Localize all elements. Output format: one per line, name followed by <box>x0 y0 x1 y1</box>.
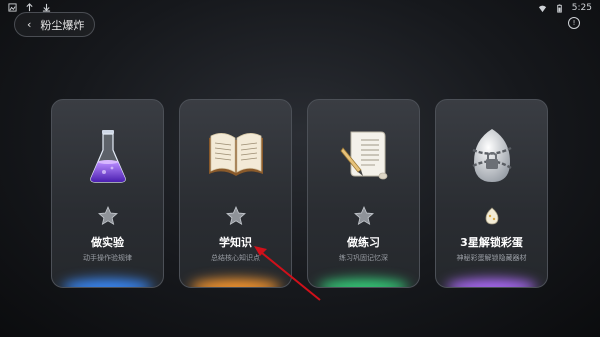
card-title: 学知识 <box>219 236 252 249</box>
card-title: 做练习 <box>347 236 380 249</box>
back-button[interactable]: ‹ 粉尘爆炸 <box>14 12 95 37</box>
card-subtitle: 练习巩固记忆深 <box>339 254 388 262</box>
card-glow <box>62 279 153 287</box>
star-icon <box>225 206 246 226</box>
image-icon <box>8 3 17 12</box>
signal-icon <box>26 3 33 12</box>
card-practice[interactable]: 做练习 练习巩固记忆深 <box>307 99 420 288</box>
star-icon <box>97 206 118 226</box>
card-title: 3星解锁彩蛋 <box>460 236 523 249</box>
page-title: 粉尘爆炸 <box>40 18 85 32</box>
wifi-icon <box>538 5 546 12</box>
locked-egg-icon <box>471 129 512 182</box>
download-icon <box>42 3 51 12</box>
status-time: 5:25 <box>571 3 592 13</box>
card-knowledge[interactable]: 学知识 总结核心知识点 <box>179 99 292 288</box>
flask-icon <box>89 130 126 183</box>
card-subtitle: 神秘彩蛋解锁隐藏器材 <box>456 254 527 262</box>
card-glow <box>190 279 281 287</box>
card-title: 做实验 <box>91 236 124 249</box>
card-subtitle: 总结核心知识点 <box>211 254 260 262</box>
scroll-quill-icon <box>340 131 387 180</box>
book-icon <box>208 133 263 176</box>
chevron-left-icon: ‹ <box>27 18 32 31</box>
status-right: 5:25 <box>538 3 592 13</box>
status-left <box>8 3 51 12</box>
info-icon[interactable]: ! <box>568 17 580 29</box>
card-subtitle: 动手操作验规律 <box>83 254 132 262</box>
battery-icon <box>557 3 562 13</box>
star-icon <box>353 206 374 226</box>
card-experiment[interactable]: 做实验 动手操作验规律 <box>51 99 164 288</box>
card-glow <box>318 279 409 287</box>
card-glow <box>446 279 537 287</box>
card-easter-egg[interactable]: 3星解锁彩蛋 神秘彩蛋解锁隐藏器材 <box>435 99 548 288</box>
egg-icon <box>485 207 498 225</box>
